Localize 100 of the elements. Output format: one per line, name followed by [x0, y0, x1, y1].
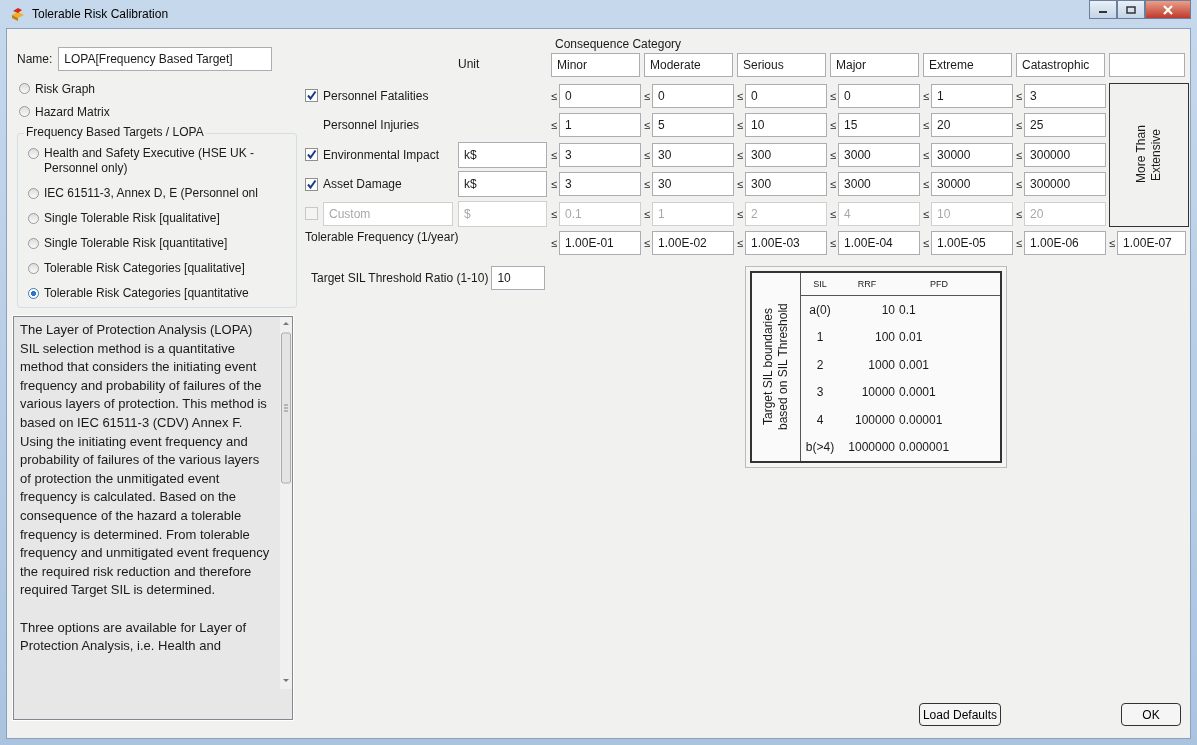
less-equal-sign: ≤ [644, 119, 651, 131]
table-cell-text: a(0) [808, 302, 832, 317]
less-equal-sign: ≤ [830, 119, 837, 131]
minimize-button[interactable] [1089, 0, 1117, 19]
value-field[interactable]: 3 [559, 172, 641, 196]
radio-label[interactable]: Single Tolerable Risk [qualitative] [44, 211, 220, 226]
table-cell-text: 10000 [860, 385, 895, 400]
category-field[interactable]: Extreme [923, 53, 1012, 77]
radio-label[interactable]: IEC 61511-3, Annex D, E (Personnel onl [44, 186, 258, 201]
value-field[interactable]: 0 [559, 83, 641, 108]
radio-label[interactable]: Tolerable Risk Categories [qualitative] [44, 261, 245, 276]
value-field[interactable]: 300000 [1024, 142, 1106, 167]
checkbox[interactable] [305, 177, 318, 191]
less-equal-sign: ≤ [830, 207, 837, 220]
less-equal-sign: ≤ [737, 178, 744, 190]
less-equal-sign: ≤ [923, 89, 930, 102]
category-field[interactable]: Serious [737, 53, 826, 77]
value-field[interactable]: 30000 [931, 142, 1013, 167]
table-cell-text: 2 [815, 357, 825, 372]
less-equal-sign: ≤ [1016, 237, 1023, 249]
column-heading: RRF [856, 279, 878, 289]
value-field[interactable]: 30 [652, 142, 734, 167]
ok-button[interactable]: OK [1121, 703, 1181, 726]
radio-button[interactable] [28, 238, 39, 249]
value-field[interactable]: 1.00E-04 [838, 231, 920, 255]
value-field[interactable]: 1.00E-05 [931, 231, 1013, 255]
radio-button[interactable] [28, 213, 39, 224]
checkbox[interactable] [305, 89, 318, 102]
less-equal-sign: ≤ [644, 89, 651, 102]
value-field[interactable]: 1.00E-02 [652, 231, 734, 255]
less-equal-sign: ≤ [1016, 207, 1023, 220]
table-cell-text: 0.01 [898, 330, 924, 345]
checkbox[interactable] [305, 148, 318, 161]
value-field[interactable]: 3000 [838, 172, 920, 196]
maximize-button[interactable] [1117, 0, 1145, 19]
value-field[interactable]: 15 [838, 113, 920, 137]
category-label: More Than Extensive [1109, 82, 1189, 227]
checkbox-label[interactable]: Environmental Impact [323, 147, 440, 162]
category-field[interactable]: Moderate [644, 53, 733, 77]
radio-button[interactable] [28, 263, 39, 274]
less-equal-sign: ≤ [551, 148, 558, 161]
value-field[interactable]: 0 [838, 83, 920, 108]
value-field[interactable]: 30000 [931, 172, 1013, 196]
radio-button[interactable] [19, 83, 30, 94]
value-field[interactable]: 0 [745, 83, 827, 108]
radio-label[interactable]: Single Tolerable Risk [quantitative] [44, 236, 228, 251]
less-equal-sign: ≤ [923, 237, 930, 249]
value-field[interactable]: 1.00E-01 [559, 231, 641, 255]
less-equal-sign: ≤ [923, 207, 930, 220]
value-field[interactable]: 1.00E-07 [1117, 231, 1186, 255]
table-cell-text: 100 [873, 330, 895, 345]
table-cell-text: 1000 [867, 357, 895, 372]
less-equal-sign: ≤ [644, 148, 651, 161]
radio-label[interactable]: Risk Graph [35, 81, 96, 96]
less-equal-sign: ≤ [644, 178, 651, 190]
less-equal-sign: ≤ [737, 89, 744, 102]
threshold-field[interactable]: 10 [491, 266, 546, 290]
value-field[interactable]: 1.00E-03 [745, 231, 827, 255]
radio-button[interactable] [28, 288, 39, 299]
value-field[interactable]: 0 [652, 83, 734, 108]
less-equal-sign: ≤ [1109, 237, 1116, 249]
less-equal-sign: ≤ [1016, 178, 1023, 190]
less-equal-sign: ≤ [551, 119, 558, 131]
radio-button[interactable] [19, 106, 30, 117]
checkbox-label[interactable]: Personnel Fatalities [323, 88, 429, 103]
less-equal-sign: ≤ [737, 237, 744, 249]
unit-field[interactable]: k$ [458, 171, 547, 197]
value-field[interactable]: 5 [652, 113, 734, 137]
column-heading: PFD [929, 279, 949, 289]
scrollbar[interactable] [280, 317, 292, 689]
close-button[interactable] [1145, 0, 1191, 19]
category-field[interactable]: Catastrophic [1016, 53, 1105, 77]
table-cell-text: 1 [815, 330, 825, 345]
less-equal-sign: ≤ [644, 207, 651, 220]
radio-button[interactable] [28, 148, 39, 159]
value-field[interactable]: 25 [1024, 113, 1106, 137]
value-field[interactable]: 300 [745, 142, 827, 167]
value-field[interactable]: 20 [931, 113, 1013, 137]
name-field[interactable]: LOPA[Frequency Based Target] [58, 47, 273, 71]
value-field[interactable]: 300 [745, 172, 827, 196]
value-field[interactable]: 300000 [1024, 172, 1106, 196]
checkbox-label[interactable]: Asset Damage [323, 177, 402, 191]
value-field[interactable]: 10 [745, 113, 827, 137]
unit-field[interactable]: k$ [458, 141, 547, 168]
radio-button[interactable] [28, 188, 39, 199]
value-field[interactable]: 1.00E-06 [1024, 231, 1106, 255]
radio-label[interactable]: Tolerable Risk Categories [quantitative [44, 286, 249, 301]
value-field[interactable]: 3 [559, 142, 641, 167]
value-field[interactable]: 1 [559, 113, 641, 137]
value-field[interactable]: 3 [1024, 83, 1106, 108]
value-field[interactable]: 3000 [838, 142, 920, 167]
less-equal-sign: ≤ [830, 89, 837, 102]
value-field[interactable]: 30 [652, 172, 734, 196]
value-field[interactable]: 1 [931, 83, 1013, 108]
category-field[interactable]: Major [830, 53, 919, 77]
radio-label[interactable]: Hazard Matrix [35, 104, 110, 119]
load-defaults-button[interactable]: Load Defaults [918, 703, 1001, 726]
category-field[interactable]: Minor [551, 53, 640, 77]
category-field[interactable] [1109, 53, 1185, 77]
radio-label[interactable]: Health and Safety Executive (HSE UK - Personnel only) [44, 146, 284, 176]
